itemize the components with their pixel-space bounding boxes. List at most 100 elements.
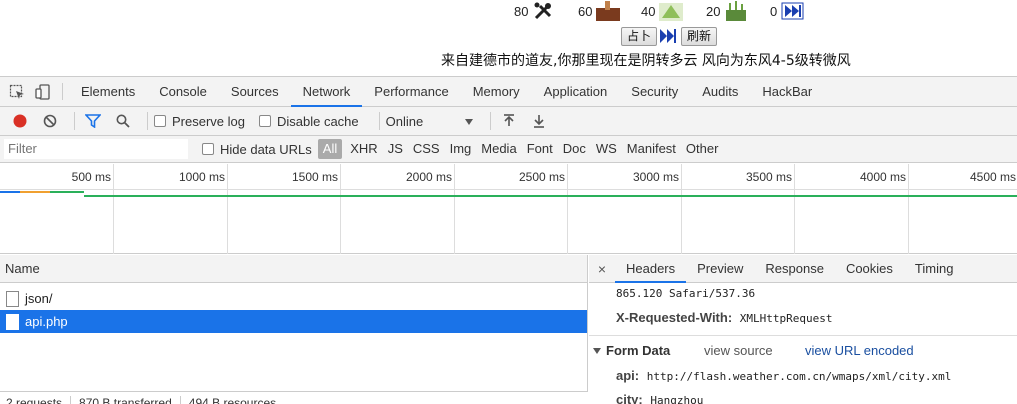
header-key: X-Requested-With: xyxy=(616,310,733,325)
timeline-request-bar xyxy=(84,195,1017,197)
filter-type-other[interactable]: Other xyxy=(681,139,724,159)
tab-console[interactable]: Console xyxy=(147,77,219,106)
divine-button[interactable]: 占卜 xyxy=(621,26,658,46)
form-data-section-toggle[interactable]: Form Data xyxy=(593,343,670,358)
tab-security[interactable]: Security xyxy=(619,77,690,106)
filter-type-media[interactable]: Media xyxy=(476,139,521,159)
request-name: api.php xyxy=(25,314,68,329)
throttling-select[interactable]: Online xyxy=(386,114,474,129)
timeline-gridline xyxy=(227,164,228,254)
filter-type-font[interactable]: Font xyxy=(522,139,558,159)
filter-type-css[interactable]: CSS xyxy=(408,139,445,159)
preserve-log-label: Preserve log xyxy=(172,113,245,129)
divider xyxy=(74,112,75,130)
tab-memory[interactable]: Memory xyxy=(461,77,532,106)
document-icon xyxy=(6,313,19,330)
brown-item-icon xyxy=(596,1,621,21)
timeline-request-bar xyxy=(50,191,84,193)
timeline-gridline xyxy=(454,164,455,254)
fast-forward-icon[interactable] xyxy=(659,27,679,45)
filter-input[interactable] xyxy=(4,139,188,159)
form-field-city: city: Hangzhou xyxy=(616,392,703,404)
tab-cookies[interactable]: Cookies xyxy=(835,255,904,282)
tools-icon xyxy=(532,1,556,21)
devtools-tabbar: Elements Console Sources Network Perform… xyxy=(0,77,1017,107)
fast-forward-icon[interactable] xyxy=(781,1,805,21)
filter-type-doc[interactable]: Doc xyxy=(558,139,591,159)
filter-type-manifest[interactable]: Manifest xyxy=(622,139,681,159)
request-count: 2 requests xyxy=(6,395,63,404)
timeline-gridline xyxy=(567,164,568,254)
tab-performance[interactable]: Performance xyxy=(362,77,460,106)
plant-icon xyxy=(724,1,748,21)
tab-elements[interactable]: Elements xyxy=(69,77,147,106)
tab-headers[interactable]: Headers xyxy=(615,255,687,283)
network-toolbar: Preserve log Disable cache Online xyxy=(0,107,1017,136)
timeline-overview[interactable]: 500 ms 1000 ms 1500 ms 2000 ms 2500 ms 3… xyxy=(0,164,1017,254)
request-row-selected[interactable]: api.php xyxy=(0,310,587,333)
inspect-element-icon[interactable] xyxy=(4,77,30,106)
filter-type-ws[interactable]: WS xyxy=(591,139,622,159)
page-content: 80 60 40 20 0 占卜 刷新 来自建德市的道友,你那里现在是阴转多云 … xyxy=(0,0,1017,76)
timeline-tick-label: 1500 ms xyxy=(291,170,338,184)
view-url-encoded-link[interactable]: view URL encoded xyxy=(805,343,914,358)
timeline-tick-label: 4500 ms xyxy=(969,170,1016,184)
tab-hackbar[interactable]: HackBar xyxy=(750,77,824,106)
tab-timing[interactable]: Timing xyxy=(904,255,965,282)
name-column-header[interactable]: Name xyxy=(0,255,587,283)
disable-cache-checkbox[interactable]: Disable cache xyxy=(258,114,359,129)
record-button[interactable] xyxy=(8,109,32,133)
timeline-tick-label: 3000 ms xyxy=(632,170,679,184)
view-source-link[interactable]: view source xyxy=(704,343,773,358)
filter-bar: Hide data URLs All XHR JS CSS Img Media … xyxy=(0,136,1017,163)
filter-type-js[interactable]: JS xyxy=(383,139,408,159)
close-icon[interactable]: × xyxy=(589,255,615,282)
request-row[interactable]: json/ xyxy=(0,287,587,310)
tab-network[interactable]: Network xyxy=(290,77,363,107)
header-x-requested-with: X-Requested-With: XMLHttpRequest xyxy=(616,310,833,325)
detail-tabbar: × Headers Preview Response Cookies Timin… xyxy=(589,255,1017,283)
timeline-tick-label: 4000 ms xyxy=(859,170,906,184)
timeline-gridline xyxy=(908,164,909,254)
search-icon[interactable] xyxy=(111,109,135,133)
form-field-value: Hangzhou xyxy=(650,394,704,404)
throttling-value: Online xyxy=(385,113,424,129)
request-detail-pane: × Headers Preview Response Cookies Timin… xyxy=(589,255,1017,404)
tab-audits[interactable]: Audits xyxy=(690,77,750,106)
devtools-panel: Elements Console Sources Network Perform… xyxy=(0,76,1017,404)
filter-type-all[interactable]: All xyxy=(317,139,343,159)
clear-icon[interactable] xyxy=(38,109,62,133)
export-har-icon[interactable] xyxy=(527,109,551,133)
stat-plant: 20 xyxy=(706,0,748,22)
filter-icon[interactable] xyxy=(81,109,105,133)
requests-pane: Name json/ api.php 2 requests 870 B tran… xyxy=(0,255,588,404)
timeline-tick-label: 2000 ms xyxy=(405,170,452,184)
form-field-key: api: xyxy=(616,368,640,383)
divider xyxy=(62,83,63,100)
user-agent-tail: 865.120 Safari/537.36 xyxy=(616,287,756,300)
timeline-tick-label: 500 ms xyxy=(71,170,111,184)
checkbox-box[interactable] xyxy=(258,115,271,127)
resources-size: 494 B resources xyxy=(188,395,277,404)
timeline-tick-label: 1000 ms xyxy=(178,170,225,184)
form-data-title: Form Data xyxy=(606,343,671,358)
timeline-tick-label: 2500 ms xyxy=(518,170,565,184)
filter-type-xhr[interactable]: XHR xyxy=(345,139,382,159)
checkbox-box[interactable] xyxy=(202,143,214,155)
checkbox-box[interactable] xyxy=(154,115,166,127)
filter-type-img[interactable]: Img xyxy=(445,139,477,159)
timeline-request-bar xyxy=(0,191,20,193)
device-toolbar-icon[interactable] xyxy=(30,77,56,106)
hide-data-urls-checkbox[interactable]: Hide data URLs xyxy=(202,142,312,157)
import-har-icon[interactable] xyxy=(497,109,521,133)
refresh-button[interactable]: 刷新 xyxy=(681,26,718,46)
tab-response[interactable]: Response xyxy=(754,255,835,282)
tab-preview[interactable]: Preview xyxy=(686,255,754,282)
request-name: json/ xyxy=(25,291,53,306)
divider xyxy=(179,395,181,404)
tab-sources[interactable]: Sources xyxy=(219,77,291,106)
tab-application[interactable]: Application xyxy=(532,77,620,106)
timeline-request-bar xyxy=(20,191,50,193)
preserve-log-checkbox[interactable]: Preserve log xyxy=(154,114,245,129)
stat-value: 20 xyxy=(706,3,721,19)
